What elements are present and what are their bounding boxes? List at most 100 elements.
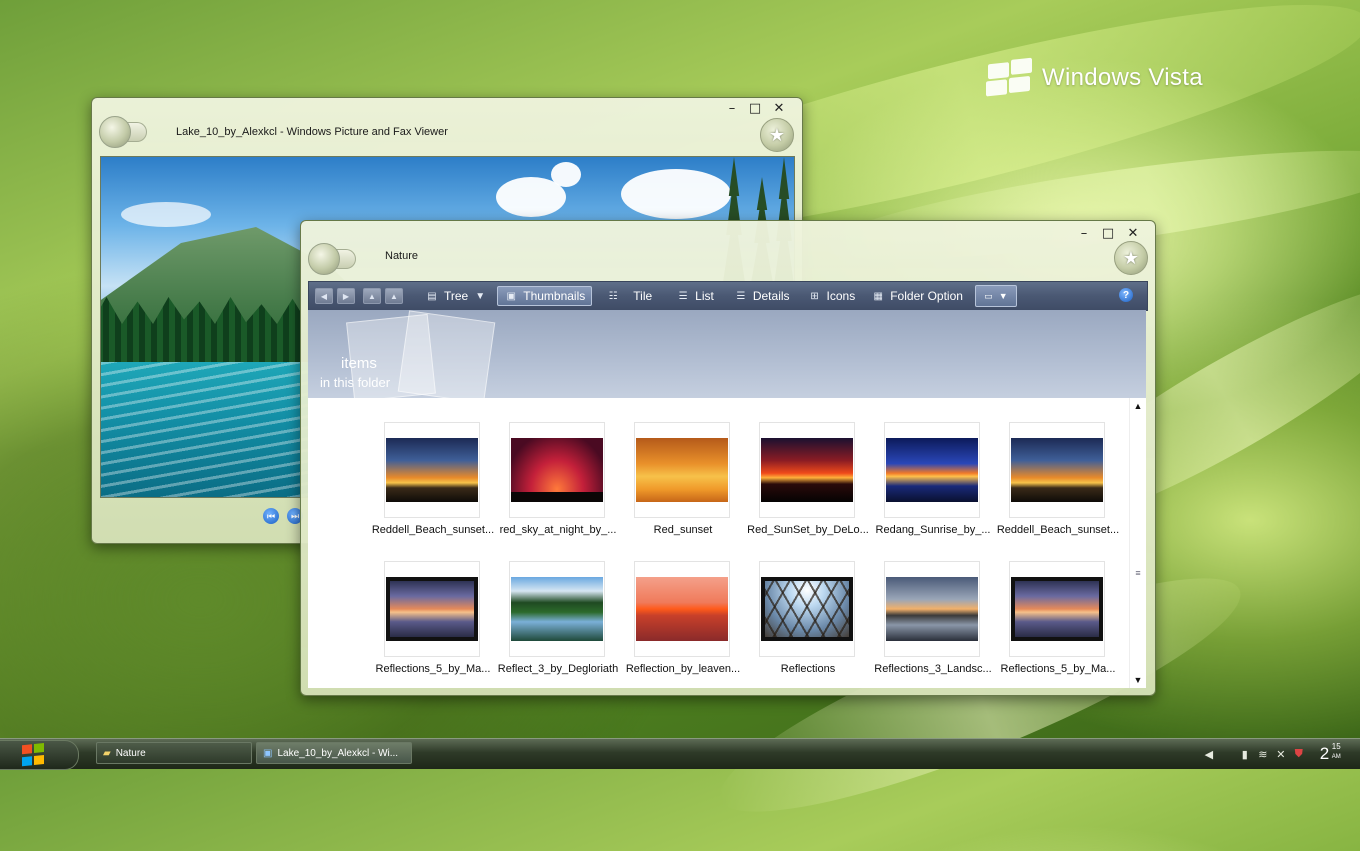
icons-button[interactable]: ⊞ Icons	[808, 289, 856, 303]
thumbnail-item[interactable]: Red_sunset	[620, 422, 746, 536]
thumbnail-caption: Reddell_Beach_sunset...	[996, 524, 1120, 536]
thumbnail-image	[636, 438, 728, 502]
thumbnail-caption: Reflections_3_Landsc...	[874, 663, 992, 675]
thumbnail-caption: Reflections	[780, 663, 836, 675]
start-button[interactable]	[0, 740, 79, 770]
thumbnail-frame	[759, 422, 855, 518]
documents-decoration	[397, 310, 496, 398]
chevron-down-icon: ▼	[998, 291, 1008, 301]
thumbnail-item[interactable]: Reddell_Beach_sunset...	[370, 422, 496, 536]
minimize-button[interactable]: –	[1073, 225, 1095, 241]
scroll-down-icon[interactable]: ▼	[1132, 674, 1144, 686]
system-tray: ◀ ▮ ≋ ✕ ⛊ 2 15 AM	[1202, 739, 1360, 769]
list-icon: ☰	[678, 290, 688, 302]
thumbnail-item[interactable]: Reflections_5_by_Ma...	[370, 561, 496, 675]
thumbnail-caption: red_sky_at_night_by_...	[499, 524, 617, 536]
thumbnail-image	[761, 577, 853, 641]
up-button[interactable]: ▲	[363, 288, 381, 304]
list-button[interactable]: ☰ List	[676, 289, 714, 303]
scroll-thumb[interactable]: ≡	[1130, 568, 1146, 578]
window-orb-button[interactable]	[308, 243, 340, 275]
thumbnail-frame	[759, 561, 855, 657]
thumbnail-caption: Reflections_5_by_Ma...	[1000, 663, 1116, 675]
thumbnail-item[interactable]: Reflect_3_by_Degloriath	[495, 561, 621, 675]
windows-vista-logo: Windows Vista	[986, 57, 1203, 97]
thumbnail-item[interactable]: Red_SunSet_by_DeLo...	[745, 422, 871, 536]
folder-option-button[interactable]: ▦ Folder Option	[871, 289, 962, 303]
tree-label: Tree	[444, 289, 469, 303]
view-menu-button[interactable]: ▭ ▼	[974, 285, 1017, 307]
window-title: Lake_10_by_Alexkcl - Windows Picture and…	[176, 126, 448, 138]
thumbnail-frame	[384, 561, 480, 657]
thumbnail-caption: Reflections_5_by_Ma...	[375, 663, 491, 675]
thumbnail-item[interactable]: Reflection_by_leaven...	[620, 561, 746, 675]
taskbar-button-label: Nature	[115, 747, 146, 759]
thumbnail-item[interactable]: Reflections	[745, 561, 871, 675]
up-level-button[interactable]: ▲	[385, 288, 403, 304]
volume-muted-icon[interactable]: ✕	[1274, 747, 1288, 761]
thumbnails-button[interactable]: ▣ Thumbnails	[497, 286, 593, 306]
details-label: Details	[752, 289, 790, 303]
details-button[interactable]: ☰ Details	[734, 289, 790, 303]
thumbnail-item[interactable]: Reflections_5_by_Ma...	[995, 561, 1121, 675]
thumbnail-image	[386, 438, 478, 502]
tile-button[interactable]: ☷ Tile	[606, 289, 652, 303]
maximize-button[interactable]: □	[744, 100, 766, 116]
thumbnail-caption: Reflection_by_leaven...	[625, 663, 741, 675]
taskbar-button-nature[interactable]: ▰ Nature	[96, 742, 252, 764]
logo-text: Windows Vista	[1042, 64, 1203, 91]
explorer-toolbar: ◀ ▶ ▲ ▲ ▤ Tree ▼ ▣ Thumbnails ☷ Tile ☰ L…	[308, 281, 1148, 311]
thumbnail-frame	[634, 561, 730, 657]
back-button[interactable]: ◀	[315, 288, 333, 304]
tree-button[interactable]: ▤ Tree ▼	[425, 289, 487, 303]
window-title: Nature	[385, 250, 419, 262]
thumbnail-frame	[634, 422, 730, 518]
thumbnail-frame	[384, 422, 480, 518]
explorer-window[interactable]: Nature – □ ✕ ★ ◀ ▶ ▲ ▲ ▤ Tree ▼ ▣ Thumbn…	[300, 220, 1156, 696]
close-button[interactable]: ✕	[768, 100, 790, 116]
show-hidden-icons-icon[interactable]: ◀	[1202, 747, 1216, 761]
thumbnail-frame	[884, 422, 980, 518]
star-icon[interactable]: ★	[1114, 241, 1148, 275]
thumbnail-item[interactable]: red_sky_at_night_by_...	[495, 422, 621, 536]
close-button[interactable]: ✕	[1122, 225, 1144, 241]
thumbnails-label: Thumbnails	[523, 289, 586, 303]
forward-button[interactable]: ▶	[337, 288, 355, 304]
clock-ampm: AM	[1331, 754, 1341, 760]
thumbnail-item[interactable]: Reddell_Beach_sunset...	[995, 422, 1121, 536]
network-icon[interactable]: ▮	[1238, 747, 1252, 761]
clock-minute: 15	[1331, 742, 1341, 751]
thumbnails-icon: ▣	[506, 290, 516, 302]
minimize-button[interactable]: –	[721, 100, 743, 116]
thumbnail-caption: Reflect_3_by_Degloriath	[497, 663, 619, 675]
thumbnail-image	[511, 438, 603, 502]
clock[interactable]: 2 15 AM	[1319, 742, 1354, 764]
thumbnail-frame	[1009, 422, 1105, 518]
maximize-button[interactable]: □	[1097, 225, 1119, 241]
thumbnail-frame	[884, 561, 980, 657]
help-icon[interactable]: ?	[1119, 288, 1133, 302]
thumbnail-image	[886, 577, 978, 641]
star-icon[interactable]: ★	[760, 118, 794, 152]
window-orb-button[interactable]	[99, 116, 131, 148]
folder-option-icon: ▦	[873, 290, 883, 302]
clock-hour: 2	[1319, 744, 1330, 763]
wireless-icon[interactable]: ≋	[1256, 747, 1270, 761]
vertical-scrollbar[interactable]: ▲ ≡ ▼	[1129, 398, 1146, 688]
thumbnail-item[interactable]: Reflections_3_Landsc...	[870, 561, 996, 675]
icons-icon: ⊞	[810, 290, 819, 302]
taskbar-button-label: Lake_10_by_Alexkcl - Wi...	[277, 747, 399, 759]
chevron-down-icon: ▼	[475, 290, 486, 302]
icons-label: Icons	[826, 289, 856, 303]
thumbnail-item[interactable]: Redang_Sunrise_by_...	[870, 422, 996, 536]
taskbar-button-viewer[interactable]: ▣ Lake_10_by_Alexkcl - Wi...	[256, 742, 412, 764]
items-subtitle: in this folder	[320, 375, 391, 390]
security-icon[interactable]: ⛊	[1292, 747, 1306, 761]
scroll-up-icon[interactable]: ▲	[1132, 400, 1144, 412]
details-icon: ☰	[736, 290, 746, 302]
taskbar: ▰ Nature ▣ Lake_10_by_Alexkcl - Wi... ◀ …	[0, 738, 1360, 770]
thumbnail-image	[761, 438, 853, 502]
previous-image-button[interactable]: ⏮	[263, 508, 279, 524]
thumbnail-view: Reddell_Beach_sunset... red_sky_at_night_…	[308, 398, 1146, 688]
folder-header: items in this folder	[308, 310, 1146, 398]
